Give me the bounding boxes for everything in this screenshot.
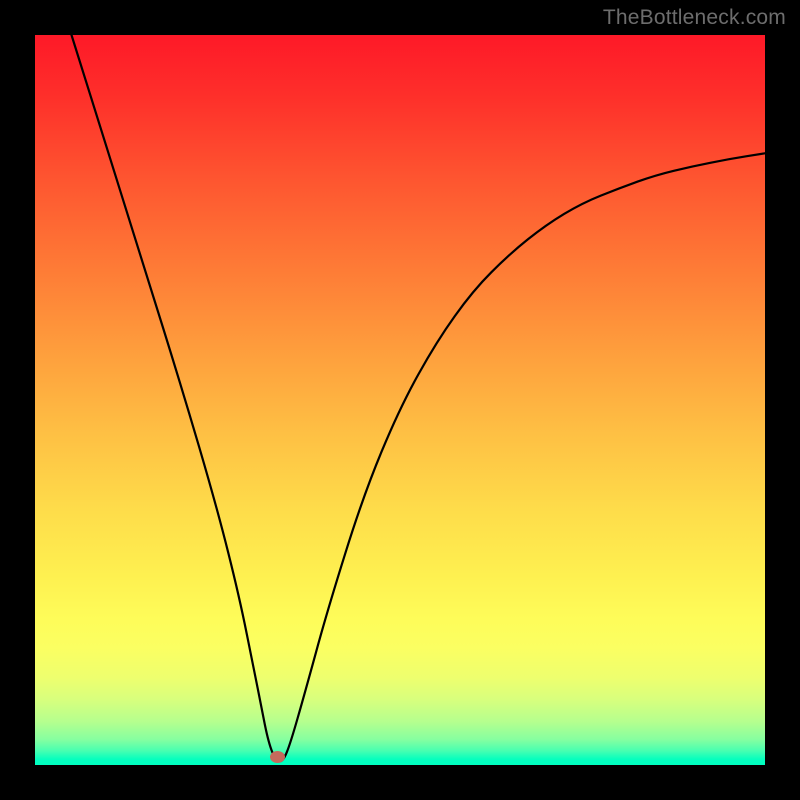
watermark-text: TheBottleneck.com bbox=[603, 6, 786, 30]
minimum-marker bbox=[270, 751, 285, 763]
chart-frame: TheBottleneck.com bbox=[0, 0, 800, 800]
bottleneck-curve bbox=[35, 35, 765, 765]
plot-area bbox=[35, 35, 765, 765]
